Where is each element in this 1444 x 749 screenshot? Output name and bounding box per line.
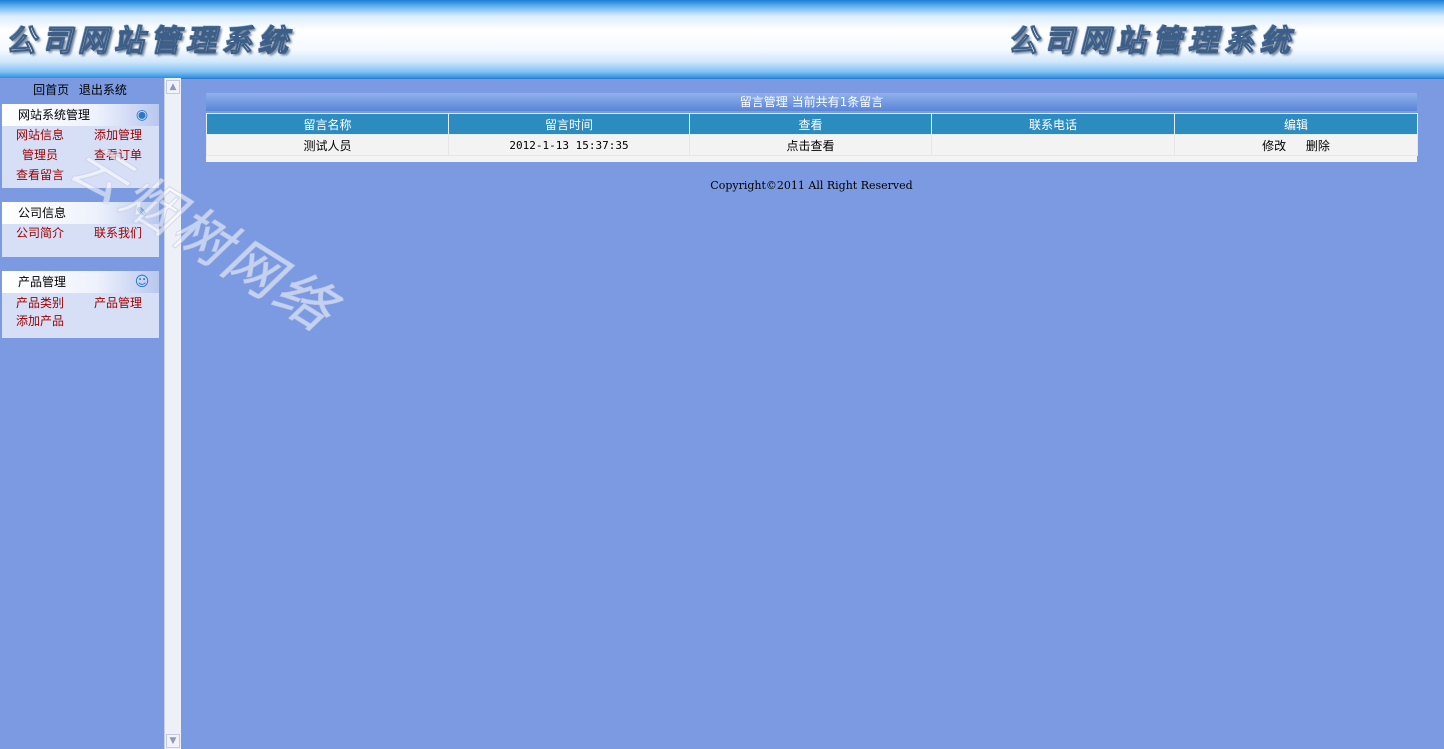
panel-site-system: 网站系统管理 ◉ 网站信息 添加管理 管理员 查看订单 查看留言 <box>2 104 159 188</box>
sidebar-item-product-categories[interactable]: 产品类别 <box>16 295 64 311</box>
sidebar-item-product-management[interactable]: 产品管理 <box>94 295 142 311</box>
panel-company-info-header: 公司信息 ✎ <box>2 202 159 224</box>
sidebar-item-company-intro[interactable]: 公司简介 <box>16 225 64 241</box>
sidebar-item-view-orders[interactable]: 查看订单 <box>94 147 142 163</box>
scroll-down-icon[interactable]: ▼ <box>166 734 180 748</box>
sidebar-item-add-product[interactable]: 添加产品 <box>16 313 64 329</box>
panel-products-title: 产品管理 <box>18 275 67 289</box>
panel-products: 产品管理 ☺ 产品类别 产品管理 添加产品 <box>2 271 159 338</box>
banner-title-right: 公司网站管理系统 <box>1008 24 1296 60</box>
scroll-up-icon[interactable]: ▲ <box>166 80 180 94</box>
panel-site-system-header: 网站系统管理 ◉ <box>2 104 159 126</box>
globe-icon: ◉ <box>135 107 149 123</box>
sidebar: 回首页 退出系统 网站系统管理 ◉ 网站信息 添加管理 管理员 查看订单 查看留… <box>0 78 164 749</box>
column-header-view: 查看 <box>689 113 932 135</box>
home-link[interactable]: 回首页 <box>33 83 69 97</box>
column-header-phone: 联系电话 <box>931 113 1175 135</box>
panel-company-info-title: 公司信息 <box>18 206 67 220</box>
column-header-edit: 编辑 <box>1174 113 1418 135</box>
cell-time: 2012-1-13 15:37:35 <box>448 134 690 156</box>
panel-company-info: 公司信息 ✎ 公司简介 联系我们 <box>2 202 159 257</box>
sidebar-item-contact-us[interactable]: 联系我们 <box>94 225 142 241</box>
panel-products-header: 产品管理 ☺ <box>2 271 159 293</box>
messages-table: 留言名称 留言时间 查看 联系电话 编辑 测试人员 2012-1-13 15:3… <box>206 113 1418 156</box>
table-row: 测试人员 2012-1-13 15:37:35 点击查看 修改 删除 <box>206 134 1418 156</box>
sidebar-item-site-info[interactable]: 网站信息 <box>16 127 64 143</box>
sidebar-item-add-admin[interactable]: 添加管理 <box>94 127 142 143</box>
sidebar-item-admins[interactable]: 管理员 <box>22 147 58 163</box>
logout-link[interactable]: 退出系统 <box>79 83 127 97</box>
column-header-name: 留言名称 <box>206 113 449 135</box>
copyright-text: Copyright©2011 All Right Reserved <box>710 179 913 192</box>
column-header-time: 留言时间 <box>448 113 690 135</box>
cell-name: 测试人员 <box>206 134 449 156</box>
table-footer-bar <box>206 156 1417 162</box>
cell-phone <box>931 134 1175 156</box>
delete-link[interactable]: 删除 <box>1306 139 1330 153</box>
user-icon: ☺ <box>134 274 150 290</box>
cell-edit: 修改 删除 <box>1174 134 1418 156</box>
header-banner: 公司网站管理系统 公司网站管理系统 <box>0 0 1444 79</box>
table-title: 留言管理 当前共有1条留言 <box>206 93 1417 111</box>
sidebar-item-view-messages[interactable]: 查看留言 <box>16 167 64 183</box>
edit-note-icon: ✎ <box>136 205 148 221</box>
table-header-row: 留言名称 留言时间 查看 联系电话 编辑 <box>206 113 1418 135</box>
modify-link[interactable]: 修改 <box>1262 139 1286 153</box>
sidebar-scrollbar[interactable]: ▲ ▼ <box>164 78 181 749</box>
view-link[interactable]: 点击查看 <box>689 134 932 156</box>
banner-title-left: 公司网站管理系统 <box>6 24 294 60</box>
sidebar-top-links: 回首页 退出系统 <box>0 80 160 100</box>
main-content: 留言管理 当前共有1条留言 留言名称 留言时间 查看 联系电话 编辑 测试人员 … <box>181 78 1444 749</box>
panel-site-system-title: 网站系统管理 <box>18 108 91 122</box>
